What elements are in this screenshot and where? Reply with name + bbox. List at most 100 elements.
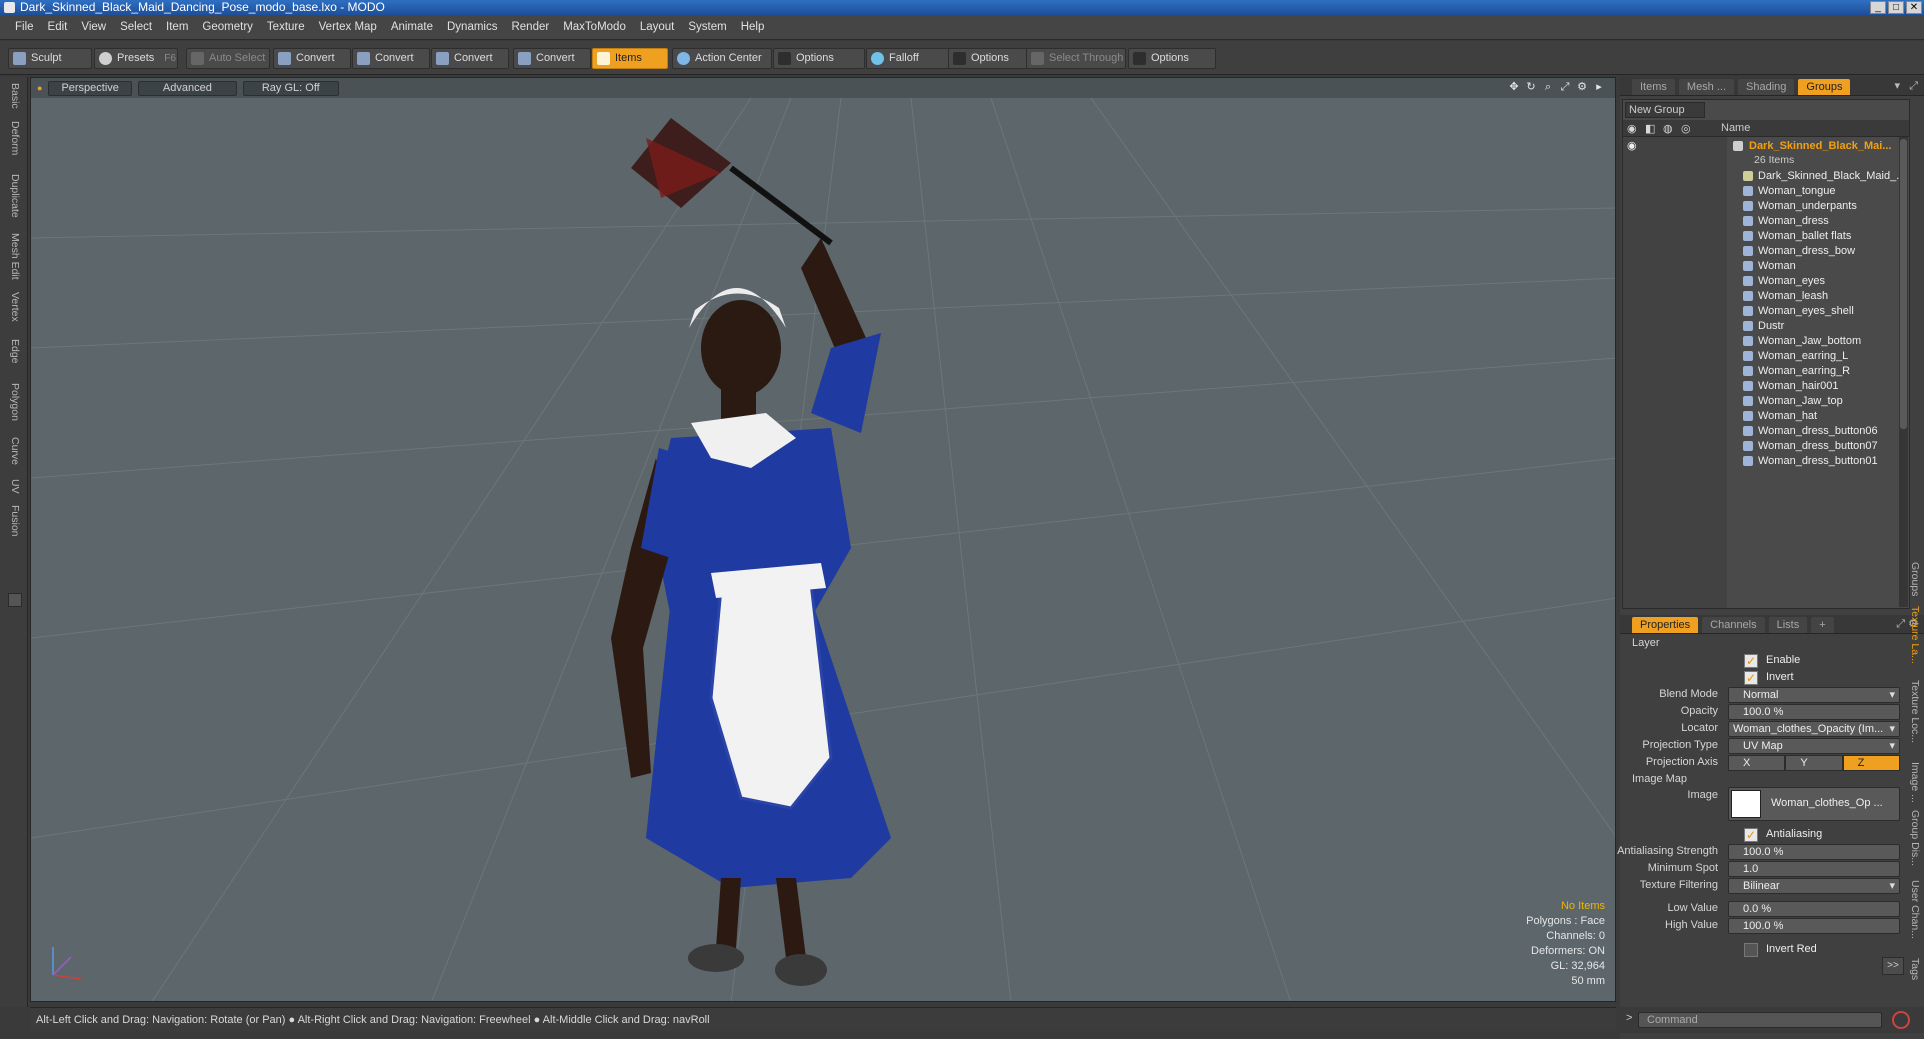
min-spot-field[interactable]: 1.0 bbox=[1728, 861, 1900, 877]
options-button-3[interactable]: Options bbox=[1128, 48, 1216, 69]
viewport-stats: No Items Polygons : Face Channels: 0 Def… bbox=[1526, 899, 1605, 989]
menu-system[interactable]: System bbox=[681, 21, 733, 33]
vtab-tags[interactable]: Tags bbox=[1905, 958, 1921, 980]
vtab-texture-locator[interactable]: Texture Loc... bbox=[1905, 680, 1921, 743]
menu-vertex-map[interactable]: Vertex Map bbox=[312, 21, 384, 33]
close-button[interactable]: ✕ bbox=[1906, 1, 1922, 14]
convert-button-2[interactable]: Convert bbox=[352, 48, 430, 69]
eye-icon[interactable]: ◉ bbox=[1627, 137, 1637, 155]
menu-dynamics[interactable]: Dynamics bbox=[440, 21, 504, 33]
locator-select[interactable]: Woman_clothes_Opacity (Im... ▾ bbox=[1728, 721, 1900, 737]
opacity-field[interactable]: 100.0 % bbox=[1728, 704, 1900, 720]
scrollbar-thumb[interactable] bbox=[1900, 139, 1907, 429]
projection-type-select[interactable]: UV Map ▾ bbox=[1728, 738, 1900, 754]
tab-duplicate[interactable]: Duplicate bbox=[5, 174, 21, 218]
invert-checkbox[interactable]: ✓ bbox=[1728, 670, 1758, 686]
more-button[interactable]: >> bbox=[1882, 957, 1904, 975]
texture-filtering-select[interactable]: Bilinear ▾ bbox=[1728, 878, 1900, 894]
menu-select[interactable]: Select bbox=[113, 21, 159, 33]
render-icon[interactable]: ◍ bbox=[1663, 122, 1673, 135]
menu-geometry[interactable]: Geometry bbox=[195, 21, 260, 33]
tab-fusion[interactable]: Fusion bbox=[5, 505, 21, 537]
presets-button[interactable]: Presets F6 bbox=[94, 48, 178, 69]
section-image-map[interactable]: Image Map bbox=[1632, 773, 1687, 785]
minimize-button[interactable]: _ bbox=[1870, 1, 1886, 14]
aa-strength-field[interactable]: 100.0 % bbox=[1728, 844, 1900, 860]
options-button-2[interactable]: Options bbox=[948, 48, 1028, 69]
vtab-groups[interactable]: Groups bbox=[1905, 562, 1921, 596]
menu-render[interactable]: Render bbox=[504, 21, 556, 33]
select-through-button[interactable]: Select Through bbox=[1026, 48, 1126, 69]
tab-properties[interactable]: Properties bbox=[1632, 617, 1699, 633]
convert-button-3[interactable]: Convert bbox=[431, 48, 509, 69]
tab-deform[interactable]: Deform bbox=[5, 121, 21, 155]
panel-expand-icon[interactable]: ▾ ⤢ bbox=[1895, 79, 1919, 93]
list-scrollbar[interactable] bbox=[1899, 137, 1908, 607]
tab-items[interactable]: Items bbox=[1632, 79, 1675, 95]
convert-icon bbox=[518, 52, 531, 65]
convert-button-1[interactable]: Convert bbox=[273, 48, 351, 69]
low-value-field[interactable]: 0.0 % bbox=[1728, 901, 1900, 917]
image-selector[interactable]: Woman_clothes_Op ... bbox=[1728, 787, 1900, 821]
maximize-button[interactable]: □ bbox=[1888, 1, 1904, 14]
tab-groups[interactable]: Groups bbox=[1798, 79, 1851, 95]
vtab-user-channels[interactable]: User Chan... bbox=[1905, 880, 1921, 939]
convert-button-4[interactable]: Convert bbox=[513, 48, 591, 69]
high-value-field[interactable]: 100.0 % bbox=[1728, 918, 1900, 934]
new-group-button[interactable]: New Group bbox=[1625, 102, 1705, 118]
enable-checkbox[interactable]: ✓ bbox=[1728, 653, 1758, 669]
menu-file[interactable]: File bbox=[8, 21, 41, 33]
toolbox-toggle-icon[interactable] bbox=[8, 593, 22, 607]
select-icon[interactable]: ◎ bbox=[1681, 122, 1691, 135]
blend-mode-select[interactable]: Normal ▾ bbox=[1728, 687, 1900, 703]
tab-mesh-edit[interactable]: Mesh Edit bbox=[5, 233, 21, 280]
vtab-group-display[interactable]: Group Dis... bbox=[1905, 810, 1921, 866]
convert-icon bbox=[436, 52, 449, 65]
record-macro-icon[interactable] bbox=[1892, 1011, 1910, 1029]
menu-item[interactable]: Item bbox=[159, 21, 195, 33]
axis-x-button[interactable]: X bbox=[1728, 755, 1786, 771]
3d-viewport[interactable]: ● Perspective Advanced Ray GL: Off ✥ ↻ ⌕… bbox=[30, 77, 1616, 1002]
items-mode-button[interactable]: Items bbox=[592, 48, 668, 69]
group-row[interactable]: ◉ Dark_Skinned_Black_Mai... 26 Items bbox=[1623, 137, 1909, 167]
vtab-texture-layers[interactable]: Texture La... bbox=[1905, 606, 1921, 664]
menu-view[interactable]: View bbox=[74, 21, 113, 33]
mesh-icon bbox=[1743, 291, 1753, 301]
menu-animate[interactable]: Animate bbox=[384, 21, 440, 33]
options-button-1[interactable]: Options bbox=[773, 48, 865, 69]
tab-vertex[interactable]: Vertex bbox=[5, 292, 21, 322]
list-item[interactable]: Woman_dress_button01 bbox=[1623, 452, 1909, 470]
tab-polygon[interactable]: Polygon bbox=[5, 383, 21, 421]
auto-select-button[interactable]: Auto Select bbox=[186, 48, 270, 69]
menu-maxtomodo[interactable]: MaxToModo bbox=[556, 21, 633, 33]
sculpt-button[interactable]: Sculpt bbox=[8, 48, 92, 69]
tab-shading[interactable]: Shading bbox=[1738, 79, 1795, 95]
menu-texture[interactable]: Texture bbox=[260, 21, 312, 33]
section-layer[interactable]: Layer bbox=[1632, 637, 1660, 649]
menu-layout[interactable]: Layout bbox=[633, 21, 682, 33]
mesh-icon bbox=[1743, 336, 1753, 346]
action-center-button[interactable]: Action Center bbox=[672, 48, 772, 69]
texture-filtering-label: Texture Filtering bbox=[1639, 879, 1718, 891]
invert-red-checkbox[interactable] bbox=[1728, 942, 1758, 958]
tab-curve[interactable]: Curve bbox=[5, 437, 21, 465]
window-title: Dark_Skinned_Black_Maid_Dancing_Pose_mod… bbox=[20, 0, 385, 14]
command-input[interactable]: Command bbox=[1638, 1012, 1882, 1028]
add-tab-button[interactable]: + bbox=[1811, 617, 1834, 633]
axis-y-button[interactable]: Y bbox=[1785, 755, 1843, 771]
lock-icon[interactable]: ◧ bbox=[1645, 122, 1655, 135]
tab-mesh[interactable]: Mesh ... bbox=[1678, 79, 1735, 95]
tab-basic[interactable]: Basic bbox=[5, 83, 21, 109]
falloff-button[interactable]: Falloff bbox=[866, 48, 950, 69]
tab-edge[interactable]: Edge bbox=[5, 339, 21, 364]
menu-edit[interactable]: Edit bbox=[41, 21, 75, 33]
vtab-image[interactable]: Image ... bbox=[1905, 762, 1921, 803]
tab-lists[interactable]: Lists bbox=[1768, 617, 1808, 633]
tab-channels[interactable]: Channels bbox=[1702, 617, 1765, 633]
antialiasing-checkbox[interactable]: ✓ bbox=[1728, 827, 1758, 843]
axis-z-button[interactable]: Z bbox=[1842, 755, 1900, 771]
check-icon: ✓ bbox=[1744, 654, 1758, 668]
eye-icon[interactable]: ◉ bbox=[1627, 122, 1637, 135]
menu-help[interactable]: Help bbox=[734, 21, 772, 33]
tab-uv[interactable]: UV bbox=[5, 479, 21, 494]
